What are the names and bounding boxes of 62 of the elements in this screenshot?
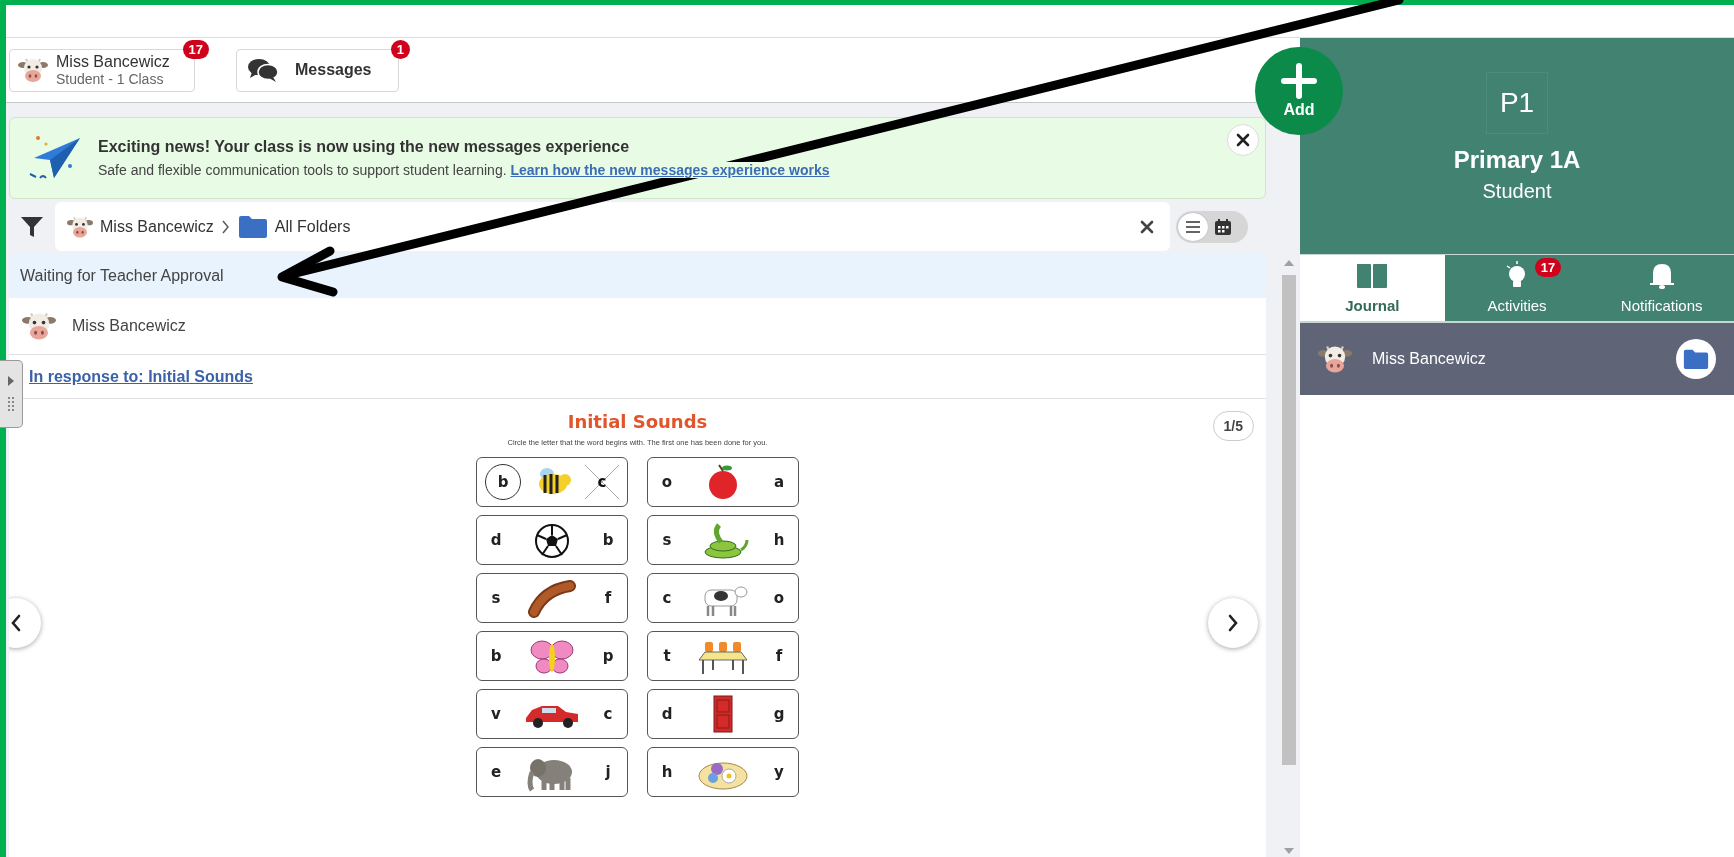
letter: s	[490, 588, 502, 609]
banner-text: Safe and flexible communication tools to support student learning. Learn how the new messages experience works	[98, 162, 830, 178]
letter: g	[772, 704, 786, 725]
status-text: Waiting for Teacher Approval	[9, 254, 1266, 298]
calendar-icon	[1214, 217, 1232, 236]
letter: t	[662, 646, 672, 667]
chevron-icon	[221, 219, 230, 234]
response-link[interactable]: In response to: Initial Sounds	[29, 367, 253, 386]
worksheet-title: Initial Sounds	[567, 411, 708, 432]
folder-button[interactable]	[1676, 339, 1716, 379]
count-badge: 17	[1534, 258, 1562, 277]
letter: e	[489, 762, 503, 783]
chat-bubbles-icon	[247, 57, 279, 83]
class-name: Primary 1A	[1453, 146, 1581, 174]
chevron-left-icon	[10, 614, 22, 632]
letter: o	[660, 472, 674, 493]
letter: y	[773, 762, 785, 783]
filter-icon[interactable]	[20, 214, 44, 239]
author-name: Miss Bancewicz	[72, 317, 186, 335]
close-icon	[1140, 219, 1154, 234]
view-toggle-button[interactable]	[1178, 212, 1208, 241]
folder-icon	[1683, 348, 1709, 370]
count-badge: 1	[390, 39, 410, 59]
letter: c	[661, 588, 673, 609]
plus-icon	[1281, 63, 1317, 99]
close-button[interactable]	[1227, 124, 1259, 156]
letter: p	[601, 646, 615, 667]
chevron-right-icon	[1227, 614, 1239, 632]
class-code: P1	[1486, 72, 1548, 134]
letter: c	[585, 465, 619, 499]
letter: a	[772, 472, 786, 493]
bell-icon	[1648, 261, 1675, 289]
letter: f	[774, 646, 784, 667]
list-icon	[1185, 219, 1201, 234]
breadcrumb-item[interactable]: All Folders	[237, 214, 351, 239]
banner-title: Exciting news! Your class is now using the new messages experience	[98, 138, 631, 156]
tab[interactable]: Activities 17	[1444, 255, 1590, 321]
letter: o	[772, 588, 786, 609]
view-toggle[interactable]	[1176, 210, 1248, 243]
folder-icon	[237, 214, 268, 239]
letter: b	[601, 530, 615, 551]
class-role: Student	[1482, 180, 1552, 203]
letter: c	[602, 704, 614, 725]
breadcrumb-item[interactable]: Miss Bancewicz	[67, 213, 214, 240]
letter: j	[604, 762, 612, 783]
letter: h	[772, 530, 786, 551]
letter: v	[490, 704, 502, 725]
page-counter: 1/5	[1212, 411, 1254, 441]
journal-list-item[interactable]: Miss Bancewicz	[1300, 323, 1734, 395]
next-button[interactable]	[1208, 598, 1258, 648]
letter: f	[603, 588, 613, 609]
learn-more-link[interactable]: Learn how the new messages experience works	[510, 162, 830, 178]
close-icon	[1236, 133, 1250, 147]
letter: h	[660, 762, 674, 783]
tab[interactable]: Notifications	[1589, 255, 1734, 321]
letter: d	[489, 530, 503, 551]
letter: b	[489, 646, 503, 667]
book-icon	[1356, 263, 1389, 289]
sidebar-handle[interactable]	[0, 360, 23, 428]
count-badge: 17	[182, 39, 209, 59]
letter: d	[660, 704, 674, 725]
letter: s	[661, 530, 673, 551]
